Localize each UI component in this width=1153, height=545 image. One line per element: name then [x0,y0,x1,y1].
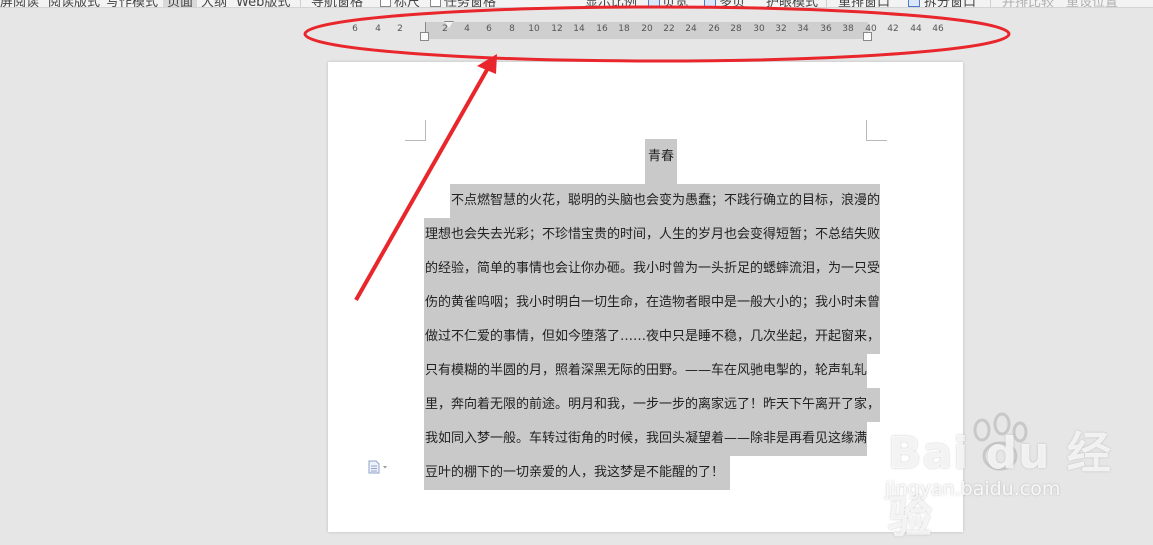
watermark-url: jingyan.baidu.com [885,478,1061,500]
page-corner-mark [405,120,426,141]
document-title[interactable]: 青春 [638,145,684,164]
ruler-tick-label: 32 [775,24,787,34]
ruler-tick-label: 8 [509,24,515,34]
toolbar-task-pane[interactable]: 任务窗格 [444,0,496,7]
ruler-tick-label: 6 [486,24,492,34]
ruler-tick-label: 46 [932,24,944,34]
ruler-tick-label: 16 [596,24,608,34]
toolbar-web-layout[interactable]: Web版式 [236,0,290,7]
ruler-tick-label: 12 [551,24,563,34]
paragraph-line[interactable]: 做过不仁爱的事情，但如今堕落了……夜中只是睡不稳，几次坐起，开起窗来， [424,320,881,354]
toolbar-reset-position[interactable]: 重设位置 [1066,0,1118,7]
toolbar: 屏阅读 阅读版式 写作模式 页面 大纲 Web版式 导航窗格 标尺 任务窗格 显… [0,0,1153,8]
toolbar-separator [300,0,301,7]
paragraph-line[interactable]: 豆叶的棚下的一切亲爱的人，我这梦是不能醒的了！ [424,456,731,490]
ruler-tick-label: 4 [375,24,381,34]
ruler-tick-label: 30 [753,24,765,34]
paragraph-line[interactable]: 不点燃智慧的火花，聪明的头脑也会变为愚蠢；不践行确立的目标，浪漫的 [450,184,881,218]
ruler-tick-label: 22 [663,24,675,34]
page-corner-mark [866,120,887,141]
left-indent-marker[interactable] [420,32,429,41]
ruler-tick-label: 36 [820,24,832,34]
ruler-tick-label: 6 [352,24,358,34]
toolbar-side-by-side[interactable]: 并排比较 [1002,0,1054,7]
right-indent-marker[interactable] [863,32,872,41]
toolbar-eye-care[interactable]: 护眼模式 [766,0,818,7]
ruler-tick-label: 28 [730,24,742,34]
ruler-tick-label: 10 [528,24,540,34]
ruler-tick-label: 26 [708,24,720,34]
toolbar-reading-layout[interactable]: 阅读版式 [48,0,100,7]
paragraph-line[interactable]: 我如同入梦一般。车转过街角的时候，我回头凝望着——除非是再看见这缘满 [424,422,868,456]
document-page[interactable]: 青春 不点燃智慧的火花，聪明的头脑也会变为愚蠢；不践行确立的目标，浪漫的 理想也… [328,62,963,532]
ruler-tick-label: 34 [797,24,809,34]
toolbar-zoom[interactable]: 显示比例 [585,0,637,7]
toolbar-page-view[interactable]: 页面 [163,0,198,7]
toolbar-read-mode[interactable]: 屏阅读 [0,0,39,7]
task-pane-checkbox[interactable] [430,0,441,7]
paragraph-line[interactable]: 只有模糊的半圆的月，照着深黑无际的田野。——车在风驰电掣的，轮声轧轧 [424,354,868,388]
ruler-tick-label: 2 [397,24,403,34]
toolbar-multi-page[interactable]: 多页 [719,0,745,7]
paragraph-line[interactable]: 里，奔向着无限的前途。明月和我，一步一步的离家远了！昨天下午离开了家， [424,388,881,422]
ruler-tick-label: 38 [842,24,854,34]
horizontal-ruler[interactable]: 6 4 2 2 4 6 8 10 12 14 16 18 20 22 24 26… [343,20,953,41]
paragraph-line[interactable]: 的经验，简单的事情也会让你办砸。我小时曾为一头折足的蟋蟀流泪，为一只受 [424,252,881,286]
ruler-checkbox[interactable] [380,0,391,7]
document-options-icon[interactable] [368,460,390,474]
ruler-tick-label: 4 [464,24,470,34]
toolbar-writing-mode[interactable]: 写作模式 [106,0,158,7]
ruler-tick-label: 44 [910,24,922,34]
split-window-icon [908,0,920,7]
multi-page-icon [704,0,716,7]
toolbar-outline[interactable]: 大纲 [201,0,227,7]
toolbar-split-window[interactable]: 拆分窗口 [924,0,976,7]
toolbar-separator [990,0,991,7]
page-width-icon [648,0,660,7]
toolbar-separator [826,0,827,7]
ruler-tick-label: 42 [887,24,899,34]
ruler-tick-label: 20 [641,24,653,34]
toolbar-nav-pane[interactable]: 导航窗格 [311,0,363,7]
paragraph-line[interactable]: 理想也会失去光彩；不珍惜宝贵的时间，人生的岁月也会变得短暂；不总结失败 [424,218,881,252]
toolbar-ruler[interactable]: 标尺 [394,0,420,7]
ruler-tick-label: 14 [573,24,585,34]
toolbar-page-width[interactable]: 页宽 [662,0,688,7]
ruler-tick-label: 18 [618,24,630,34]
toolbar-rearrange[interactable]: 重排窗口 [838,0,890,7]
ruler-tick-label: 24 [685,24,697,34]
paragraph-line[interactable]: 伤的黄雀呜咽；我小时明白一切生命，在造物者眼中是一般大小的；我小时未曾 [424,286,881,320]
first-line-indent-marker[interactable] [444,21,454,28]
